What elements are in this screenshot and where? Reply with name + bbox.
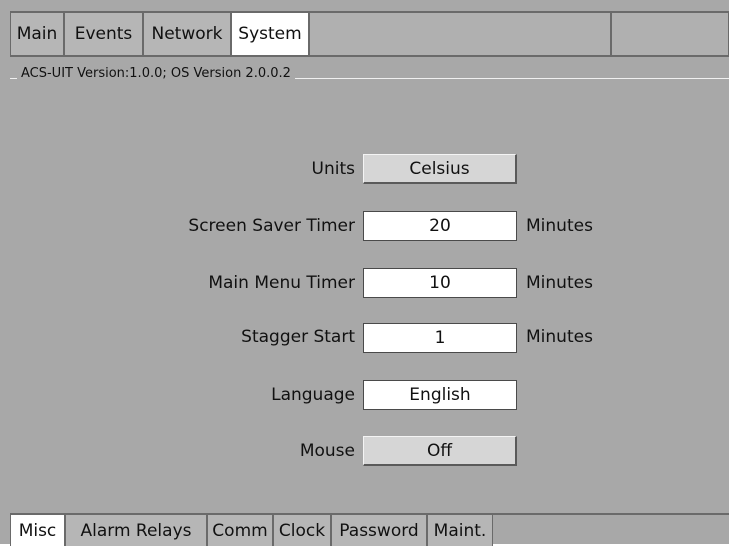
units-button[interactable]: Celsius xyxy=(363,154,517,184)
stagger-start-label: Stagger Start xyxy=(241,327,355,347)
mouse-label: Mouse xyxy=(299,441,355,461)
main-menu-timer-label: Main Menu Timer xyxy=(208,273,355,293)
tab-comm[interactable]: Comm xyxy=(207,515,273,546)
tab-strip-empty-area xyxy=(309,13,611,55)
tab-alarm-relays[interactable]: Alarm Relays xyxy=(65,515,207,546)
bottom-tab-bar: Misc Alarm Relays Comm Clock Password Ma… xyxy=(10,513,729,546)
tab-strip-empty-area-right xyxy=(611,13,729,55)
tab-main[interactable]: Main xyxy=(10,13,64,55)
tab-network[interactable]: Network xyxy=(143,13,231,55)
screen-saver-timer-unit: Minutes xyxy=(526,216,593,236)
tab-clock[interactable]: Clock xyxy=(273,515,331,546)
language-label: Language xyxy=(271,385,355,405)
language-input[interactable]: English xyxy=(363,380,517,410)
tab-misc[interactable]: Misc xyxy=(10,515,65,546)
tab-system[interactable]: System xyxy=(231,13,309,55)
screen-saver-timer-input[interactable]: 20 xyxy=(363,211,517,241)
tab-maint[interactable]: Maint. xyxy=(427,515,493,546)
top-tab-bar: Main Events Network System xyxy=(10,11,729,57)
screen-saver-timer-label: Screen Saver Timer xyxy=(188,216,355,236)
units-label: Units xyxy=(311,159,355,179)
tab-password[interactable]: Password xyxy=(331,515,427,546)
main-menu-timer-input[interactable]: 10 xyxy=(363,268,517,298)
version-caption: ACS-UIT Version:1.0.0; OS Version 2.0.0.… xyxy=(17,66,295,81)
mouse-button[interactable]: Off xyxy=(363,436,517,466)
main-menu-timer-unit: Minutes xyxy=(526,273,593,293)
stagger-start-unit: Minutes xyxy=(526,327,593,347)
stagger-start-input[interactable]: 1 xyxy=(363,323,517,353)
system-settings-screen: Main Events Network System ACS-UIT Versi… xyxy=(0,0,729,546)
tab-events[interactable]: Events xyxy=(64,13,143,55)
